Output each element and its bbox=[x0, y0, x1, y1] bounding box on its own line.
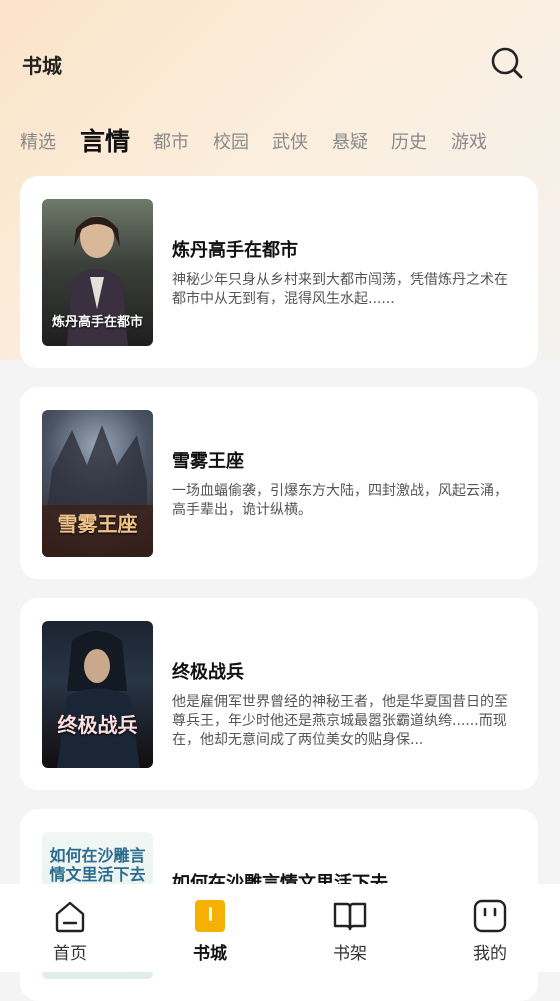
nav-label: 书城 bbox=[193, 944, 227, 964]
tab-xuanyi[interactable]: 悬疑 bbox=[332, 128, 368, 154]
tab-jingxuan[interactable]: 精选 bbox=[20, 128, 56, 154]
header: 书城 bbox=[0, 0, 560, 120]
book-card[interactable]: 炼丹高手在都市 炼丹高手在都市 神秘少年只身从乡村来到大都市闯荡，凭借炼丹之术在… bbox=[20, 176, 538, 368]
cover-title-text: 如何在沙雕言情文里活下去 bbox=[49, 846, 146, 884]
home-icon bbox=[52, 898, 88, 934]
search-icon[interactable] bbox=[490, 46, 524, 80]
tab-lishi[interactable]: 历史 bbox=[391, 128, 427, 154]
nav-label: 我的 bbox=[473, 944, 507, 964]
book-card[interactable]: 终极战兵 终极战兵 他是雇佣军世界曾经的神秘王者，他是华夏国昔日的至尊兵王，年少… bbox=[20, 598, 538, 790]
book-description: 他是雇佣军世界曾经的神秘王者，他是华夏国昔日的至尊兵王，年少时他还是燕京城最嚣张… bbox=[172, 694, 508, 748]
nav-bookshelf[interactable]: 书架 bbox=[280, 884, 420, 972]
cover-title-text: 雪雾王座 bbox=[57, 512, 138, 536]
bottom-navigation: 首页 书城 书架 我的 bbox=[0, 884, 560, 972]
page-title: 书城 bbox=[22, 54, 62, 78]
book-title: 终极战兵 bbox=[172, 662, 244, 683]
book-description: 一场血蝠偷袭，引爆东方大陆，四封激战，风起云涌，高手辈出，诡计纵横。 bbox=[172, 483, 508, 518]
tab-yanqing[interactable]: 言情 bbox=[80, 122, 130, 158]
category-tabs: 精选 言情 都市 校园 武侠 悬疑 历史 游戏 bbox=[20, 118, 560, 162]
tab-youxi[interactable]: 游戏 bbox=[451, 128, 487, 154]
book-cover: 雪雾王座 bbox=[42, 410, 153, 557]
nav-home[interactable]: 首页 bbox=[0, 884, 140, 972]
tab-wuxia[interactable]: 武侠 bbox=[272, 128, 308, 154]
bookstore-icon bbox=[192, 898, 228, 934]
bookshelf-icon bbox=[332, 898, 368, 934]
book-title: 雪雾王座 bbox=[172, 451, 244, 472]
cover-title-text: 炼丹高手在都市 bbox=[51, 315, 143, 330]
book-description: 神秘少年只身从乡村来到大都市闯荡，凭借炼丹之术在都市中从无到有，混得风生水起..… bbox=[172, 272, 508, 307]
nav-label: 书架 bbox=[333, 944, 367, 964]
tab-xiaoyuan[interactable]: 校园 bbox=[213, 128, 249, 154]
nav-profile[interactable]: 我的 bbox=[420, 884, 560, 972]
book-cover: 终极战兵 bbox=[42, 621, 153, 768]
cover-title-text: 终极战兵 bbox=[57, 713, 138, 737]
book-title: 炼丹高手在都市 bbox=[172, 240, 298, 261]
book-card[interactable]: 雪雾王座 雪雾王座 一场血蝠偷袭，引爆东方大陆，四封激战，风起云涌，高手辈出，诡… bbox=[20, 387, 538, 579]
profile-icon bbox=[472, 898, 508, 934]
nav-label: 首页 bbox=[53, 944, 87, 964]
tab-dushi[interactable]: 都市 bbox=[153, 128, 189, 154]
nav-bookstore[interactable]: 书城 bbox=[140, 884, 280, 972]
book-cover: 炼丹高手在都市 bbox=[42, 199, 153, 346]
